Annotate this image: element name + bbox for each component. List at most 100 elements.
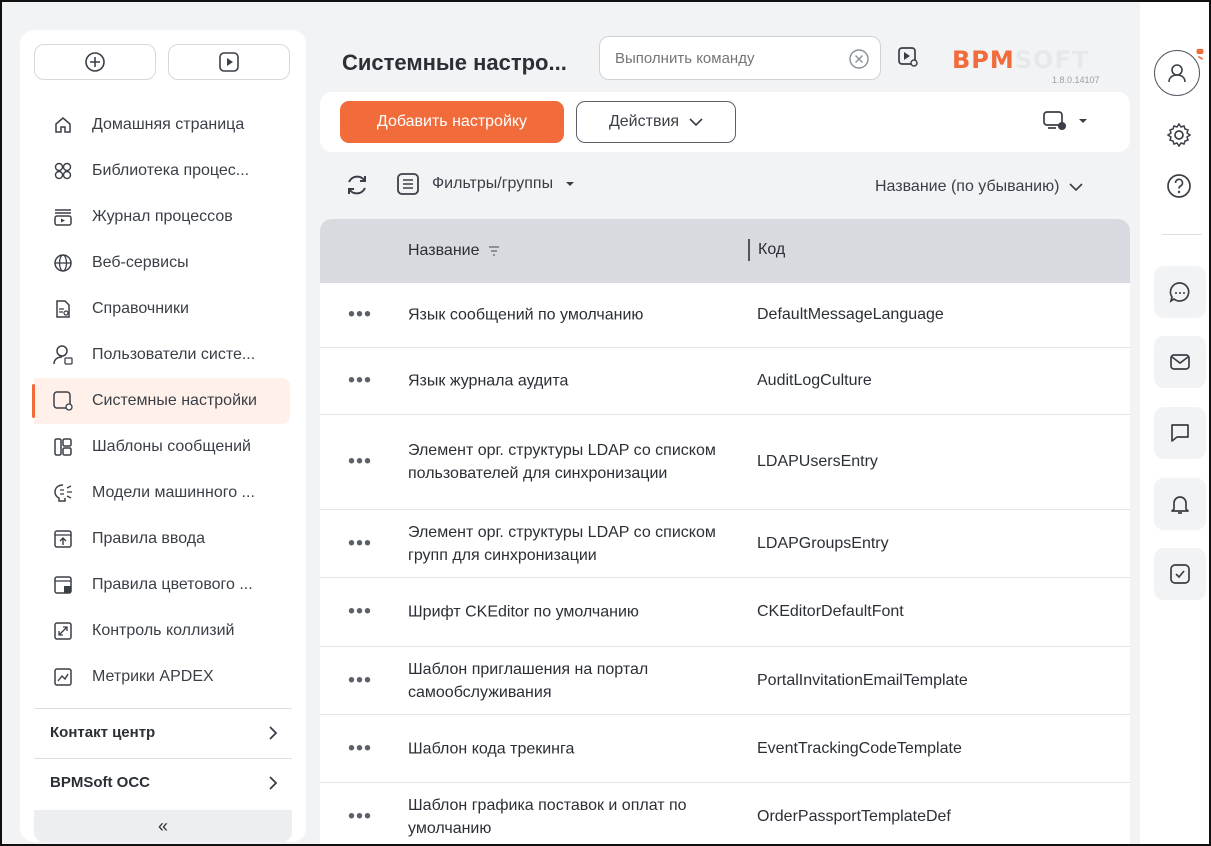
row-code: DefaultMessageLanguage: [757, 306, 944, 323]
row-name: Шаблон графика поставок и оплат по умолч…: [408, 797, 687, 837]
section-label: Контакт центр: [50, 724, 156, 741]
row-name: Элемент орг. структуры LDAP со списком г…: [408, 523, 716, 564]
sidebar-item-label: Шаблоны сообщений: [92, 438, 251, 455]
filters-groups-button[interactable]: Фильтры/группы: [396, 172, 575, 196]
row-code: CKEditorDefaultFont: [757, 603, 904, 620]
sidebar-item-label: Модели машинного ...: [92, 484, 255, 501]
mail-icon: [1170, 354, 1190, 370]
chat-button[interactable]: [1154, 266, 1206, 318]
row-name: Язык сообщений по умолчанию: [408, 306, 644, 324]
collapse-sidebar-button[interactable]: «: [34, 810, 292, 842]
toolbar: Добавить настройку Действия: [320, 92, 1130, 152]
view-settings-button[interactable]: [1042, 110, 1088, 132]
row-menu-icon[interactable]: •••: [348, 370, 372, 393]
sidebar-item-label: Правила ввода: [92, 530, 206, 547]
table-row[interactable]: ••• Элемент орг. структуры LDAP со списк…: [320, 415, 1130, 510]
sidebar-item-color-rules[interactable]: Правила цветового ...: [20, 562, 306, 608]
sidebar-section-bpmsoft-occ[interactable]: BPMSoft OCC: [34, 758, 292, 806]
process-log-icon: [52, 206, 74, 228]
row-code: OrderPassportTemplateDef: [757, 808, 951, 825]
row-menu-icon[interactable]: •••: [348, 601, 372, 624]
chat-dots-icon: [1169, 282, 1190, 303]
sidebar: Домашняя страница Библиотека процес... Ж…: [20, 30, 306, 842]
apdex-icon: [52, 666, 74, 688]
row-code: PortalInvitationEmailTemplate: [757, 671, 968, 689]
add-setting-button[interactable]: Добавить настройку: [340, 101, 564, 143]
column-header-code[interactable]: Код: [748, 239, 785, 261]
message-icon: [1171, 424, 1189, 442]
column-header-name[interactable]: Название: [408, 242, 500, 260]
row-menu-icon[interactable]: •••: [348, 806, 372, 829]
row-menu-icon[interactable]: •••: [348, 451, 372, 474]
row-code: LDAPUsersEntry: [757, 453, 878, 470]
process-library-icon: [52, 160, 74, 182]
row-code: AuditLogCulture: [757, 372, 872, 389]
row-name: Шрифт CKEditor по умолчанию: [408, 603, 639, 621]
gear-icon[interactable]: [1166, 122, 1192, 148]
sidebar-nav: Домашняя страница Библиотека процес... Ж…: [20, 102, 306, 700]
table-row[interactable]: ••• Шаблон приглашения на портал самообс…: [320, 647, 1130, 715]
globe-icon: [52, 252, 74, 274]
table-header: Название Код: [320, 219, 1130, 283]
row-name: Элемент орг. структуры LDAP со списком п…: [408, 442, 716, 482]
row-menu-icon[interactable]: •••: [348, 737, 372, 760]
chevron-right-icon: [269, 725, 278, 740]
sidebar-item-system-settings[interactable]: Системные настройки: [32, 378, 290, 424]
app-window: Домашняя страница Библиотека процес... Ж…: [0, 0, 1211, 846]
sidebar-item-message-templates[interactable]: Шаблоны сообщений: [20, 424, 306, 470]
sidebar-item-label: Системные настройки: [92, 392, 257, 409]
sort-dropdown[interactable]: Название (по убыванию): [875, 178, 1084, 196]
clear-icon[interactable]: [848, 48, 870, 70]
sidebar-item-apdex[interactable]: Метрики APDEX: [20, 654, 306, 700]
command-field[interactable]: [599, 36, 881, 80]
filters-label: Фильтры/группы: [432, 175, 554, 192]
table-row[interactable]: ••• Язык сообщений по умолчанию DefaultM…: [320, 283, 1130, 348]
sort-desc-icon: [488, 246, 499, 256]
tasks-button[interactable]: [1154, 548, 1206, 600]
sidebar-item-users[interactable]: Пользователи систе...: [20, 332, 306, 378]
sidebar-item-web-services[interactable]: Веб-сервисы: [20, 240, 306, 286]
create-button[interactable]: [34, 44, 156, 80]
play-square-icon: [219, 52, 239, 72]
sidebar-item-home[interactable]: Домашняя страница: [20, 102, 306, 148]
row-menu-icon[interactable]: •••: [348, 669, 372, 692]
refresh-icon[interactable]: [344, 172, 370, 198]
sidebar-item-process-log[interactable]: Журнал процессов: [20, 194, 306, 240]
messages-button[interactable]: [1154, 407, 1206, 459]
sidebar-item-label: Журнал процессов: [92, 208, 233, 225]
sidebar-section-contact-center[interactable]: Контакт центр: [34, 708, 292, 756]
sidebar-item-input-rules[interactable]: Правила ввода: [20, 516, 306, 562]
actions-button[interactable]: Действия: [576, 101, 736, 143]
help-icon[interactable]: [1166, 173, 1192, 199]
table-row[interactable]: ••• Язык журнала аудита AuditLogCulture: [320, 348, 1130, 415]
actions-label: Действия: [608, 113, 680, 130]
notifications-button[interactable]: [1154, 478, 1206, 530]
ml-models-icon: [52, 482, 74, 504]
system-settings-icon: [52, 390, 74, 412]
plus-circle-icon: [85, 52, 105, 72]
row-menu-icon[interactable]: •••: [348, 304, 372, 327]
row-menu-icon[interactable]: •••: [348, 532, 372, 555]
sidebar-item-process-library[interactable]: Библиотека процес...: [20, 148, 306, 194]
sidebar-item-label: Веб-сервисы: [92, 254, 189, 271]
user-icon: [1168, 64, 1186, 83]
sort-label: Название (по убыванию): [875, 178, 1060, 195]
sidebar-item-lookups[interactable]: Справочники: [20, 286, 306, 332]
sidebar-item-label: Библиотека процес...: [92, 162, 250, 179]
email-button[interactable]: [1154, 336, 1206, 388]
sidebar-item-collision-control[interactable]: Контроль коллизий: [20, 608, 306, 654]
sidebar-item-ml-models[interactable]: Модели машинного ...: [20, 470, 306, 516]
version-label: 1.8.0.14107: [1052, 75, 1100, 85]
run-process-button[interactable]: [168, 44, 290, 80]
process-search-icon[interactable]: [897, 46, 919, 68]
color-rules-icon: [52, 574, 74, 596]
row-name: Шаблон приглашения на портал самообслужи…: [408, 660, 649, 701]
table-row[interactable]: ••• Шаблон кода трекинга EventTrackingCo…: [320, 715, 1130, 783]
table-row[interactable]: ••• Элемент орг. структуры LDAP со списк…: [320, 510, 1130, 578]
table-row[interactable]: ••• Шрифт CKEditor по умолчанию CKEditor…: [320, 578, 1130, 647]
command-input[interactable]: [615, 49, 835, 67]
profile-button[interactable]: [1154, 50, 1200, 96]
rail-divider: [1162, 234, 1202, 235]
sidebar-item-label: Домашняя страница: [92, 116, 245, 133]
table-row[interactable]: ••• Шаблон графика поставок и оплат по у…: [320, 783, 1130, 844]
